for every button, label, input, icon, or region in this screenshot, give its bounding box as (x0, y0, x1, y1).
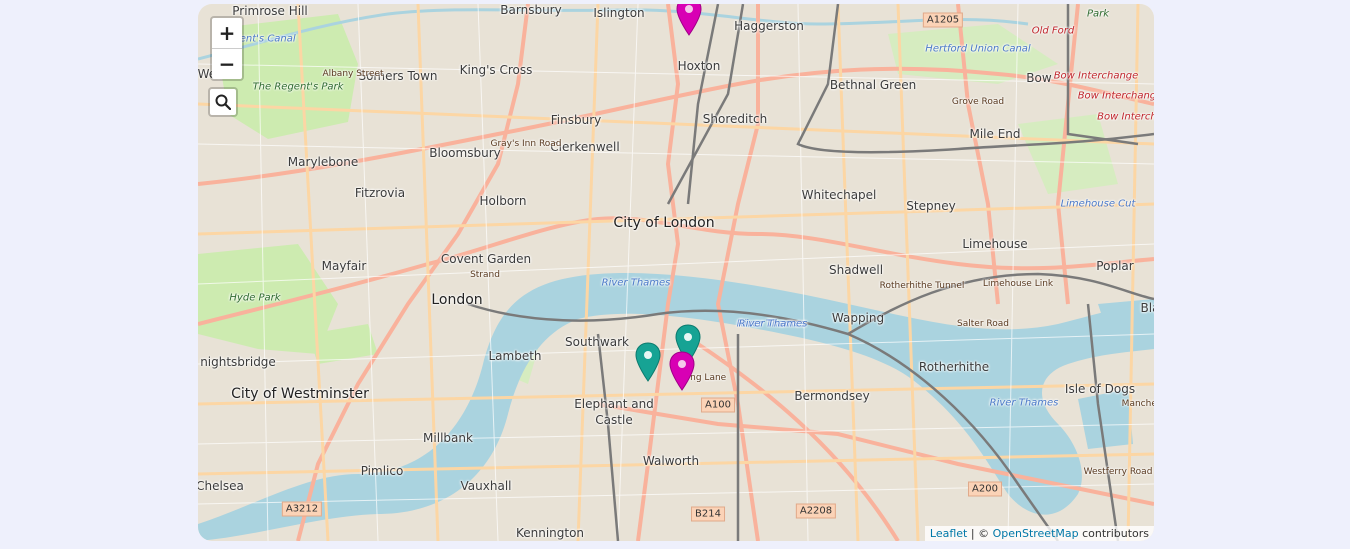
road-shield: A100 (701, 397, 735, 413)
search-button[interactable] (208, 87, 238, 117)
road-shield: A1205 (922, 12, 964, 28)
zoom-out-button[interactable]: − (212, 48, 242, 79)
osm-link[interactable]: OpenStreetMap (993, 527, 1079, 540)
attribution-suffix: contributors (1078, 527, 1149, 540)
road-shield: A3212 (281, 501, 323, 517)
map-tiles[interactable] (198, 4, 1154, 541)
map-marker-magenta[interactable] (676, 4, 702, 36)
attribution-separator: | © (967, 527, 993, 540)
zoom-control: + − (210, 16, 244, 81)
map-view[interactable]: Barnsbury Islington Haggerston Primrose Hil… (198, 4, 1154, 541)
road-shield: B214 (691, 506, 725, 522)
map-marker-magenta[interactable] (669, 351, 695, 391)
road-shield: A2208 (795, 503, 837, 519)
road-shield: A200 (968, 481, 1002, 497)
leaflet-link[interactable]: Leaflet (930, 527, 967, 540)
map-marker-teal[interactable] (635, 342, 661, 382)
search-icon (215, 94, 231, 110)
zoom-in-button[interactable]: + (212, 18, 242, 48)
attribution: Leaflet | © OpenStreetMap contributors (924, 526, 1154, 541)
